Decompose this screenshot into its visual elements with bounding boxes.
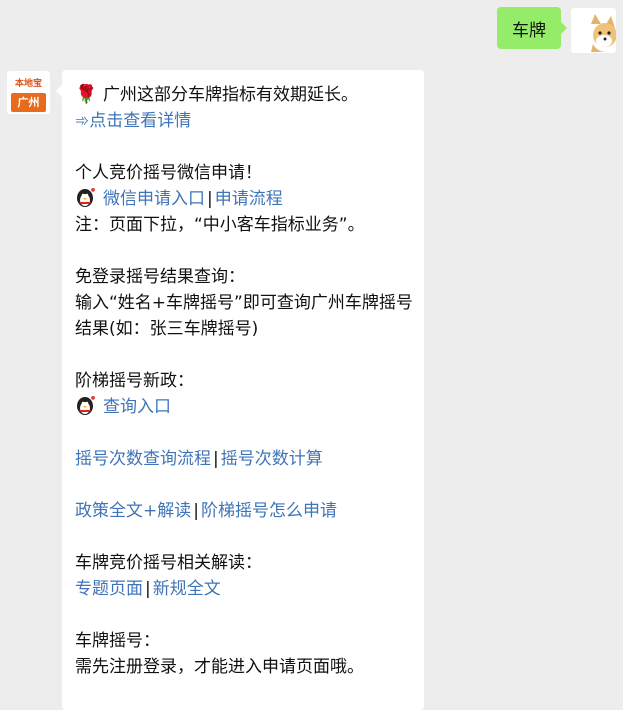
ladder-title: 阶梯摇号新政： [75, 371, 194, 391]
wechat-links-line: 微信申请入口 | 申请流程 [75, 186, 420, 212]
sent-message-bubble[interactable]: 车牌 [497, 7, 567, 49]
sent-message-text: 车牌 [512, 20, 546, 41]
policy-full-link[interactable]: 政策全文+解读 [75, 501, 191, 521]
apply-process-link[interactable]: 申请流程 [215, 189, 283, 209]
query-entry-link[interactable]: 查询入口 [103, 397, 171, 417]
shiba-dog-icon [571, 8, 616, 53]
count-calc-link[interactable]: 摇号次数计算 [221, 449, 323, 469]
wechat-apply-link[interactable]: 微信申请入口 [103, 189, 205, 209]
separator: | [207, 189, 213, 209]
detail-link[interactable]: 点击查看详情 [89, 111, 191, 131]
ladder-apply-link[interactable]: 阶梯摇号怎么申请 [201, 501, 337, 521]
plate-text: 需先注册登录，才能进入申请页面哦。 [75, 657, 364, 677]
topic-page-link[interactable]: 专题页面 [75, 579, 143, 599]
bid-title: 车牌竞价摇号相关解读： [75, 553, 262, 573]
bid-links-line: 专题页面 | 新规全文 [75, 576, 420, 602]
query-title: 免登录摇号结果查询： [75, 267, 245, 287]
separator: | [145, 579, 151, 599]
query-text: 输入“姓名+车牌摇号”即可查询广州车牌摇号结果(如：张三车牌摇号) [75, 293, 413, 339]
ladder-link-line: 查询入口 [75, 394, 420, 420]
arrow-icon: ➾ [75, 111, 90, 131]
new-rules-link[interactable]: 新规全文 [153, 579, 221, 599]
separator: | [193, 501, 199, 521]
wechat-note: 注：页面下拉，“中小客车指标业务”。 [75, 215, 365, 235]
received-message-bubble: 🌹 广州这部分车牌指标有效期延长。 ➾点击查看详情 个人竞价摇号微信申请！ 微信申… [56, 70, 424, 710]
separator: | [213, 449, 219, 469]
message-content: 🌹 广州这部分车牌指标有效期延长。 ➾点击查看详情 个人竞价摇号微信申请！ 微信申… [75, 82, 420, 680]
penguin-icon [75, 394, 103, 420]
count-query-link[interactable]: 摇号次数查询流程 [75, 449, 211, 469]
plate-title: 车牌摇号： [75, 631, 160, 651]
user-avatar[interactable] [571, 8, 616, 53]
penguin-icon [75, 186, 103, 212]
avatar-logo-text: 本地宝 [14, 78, 42, 89]
headline-text: 广州这部分车牌指标有效期延长。 [103, 85, 358, 105]
detail-line: ➾点击查看详情 [75, 108, 420, 134]
rose-icon: 🌹 [75, 84, 98, 105]
official-account-avatar[interactable]: 本地宝 广州 [7, 71, 50, 114]
wechat-title: 个人竞价摇号微信申请！ [75, 163, 262, 183]
count-links-line: 摇号次数查询流程 | 摇号次数计算 [75, 446, 420, 472]
policy-links-line: 政策全文+解读 | 阶梯摇号怎么申请 [75, 498, 420, 524]
headline-line: 🌹 广州这部分车牌指标有效期延长。 [75, 82, 420, 108]
avatar-city-label: 广州 [11, 93, 46, 112]
